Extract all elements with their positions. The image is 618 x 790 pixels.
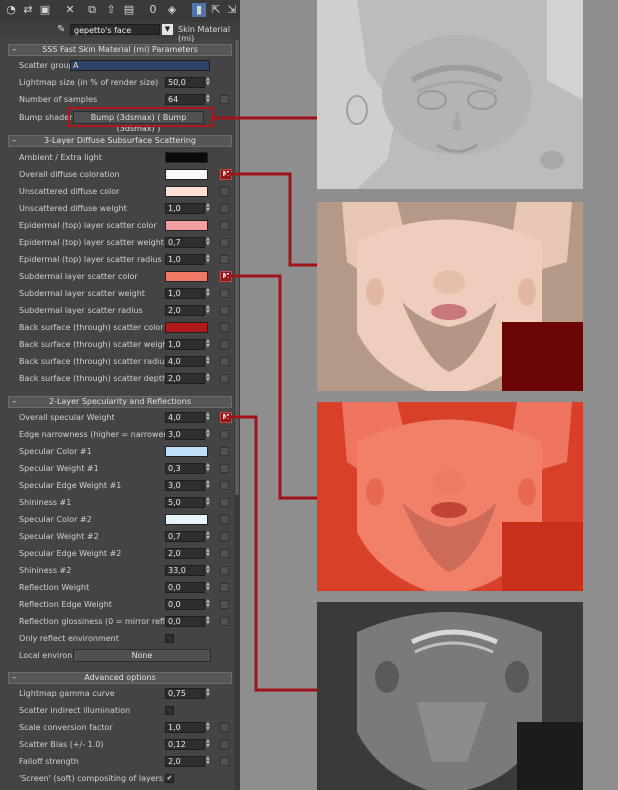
connection-wires [214,116,317,692]
